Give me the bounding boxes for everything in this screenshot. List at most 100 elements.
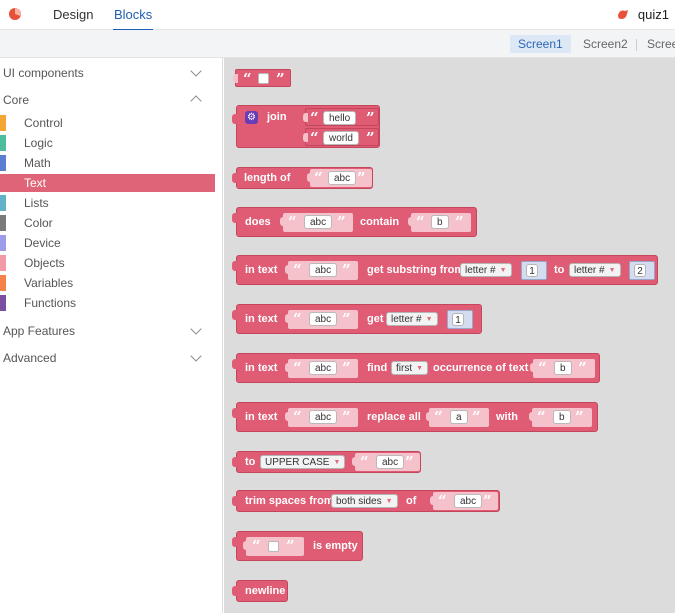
text-field[interactable]: abc <box>309 410 338 424</box>
from-letter-dropdown[interactable]: letter # ▼ <box>460 263 512 277</box>
category-app-features[interactable]: App Features <box>3 324 75 338</box>
length-of-block[interactable]: length of “ abc ” <box>232 167 373 189</box>
sidebar-item-lists[interactable]: Lists <box>0 194 215 212</box>
text-string-block[interactable]: “ abc ” <box>285 310 358 329</box>
sidebar-item-color[interactable]: Color <box>0 214 215 232</box>
text-field[interactable]: world <box>323 131 359 145</box>
sidebar-item-variables[interactable]: Variables <box>0 274 215 292</box>
chevron-down-icon[interactable] <box>190 323 202 335</box>
quote-open-icon: “ <box>288 213 297 231</box>
text-string-block[interactable]: “ b ” <box>530 359 595 378</box>
text-string-block[interactable]: “ abc ” <box>307 169 372 187</box>
text-string-block[interactable]: “ ” <box>233 69 291 88</box>
quote-close-icon: ” <box>455 213 464 231</box>
length-of-label: length of <box>244 172 291 184</box>
text-field[interactable]: hello <box>323 111 357 125</box>
text-string-block[interactable]: “ abc ” <box>280 213 353 232</box>
text-field[interactable]: b <box>554 361 572 375</box>
text-string-block[interactable]: “ world ” <box>303 128 379 146</box>
chevron-down-icon[interactable] <box>190 65 202 77</box>
trim-spaces-block[interactable]: trim spaces from both sides ▼ of “ abc ” <box>232 490 500 512</box>
color-swatch <box>0 155 6 171</box>
text-field[interactable]: b <box>431 215 449 229</box>
quote-open-icon: “ <box>293 310 302 328</box>
project-name[interactable]: quiz1 <box>638 7 669 22</box>
text-field[interactable]: abc <box>309 263 338 277</box>
get-letter-block[interactable]: in text “ abc ” get letter # ▼ 1 <box>232 304 482 334</box>
sidebar-item-logic[interactable]: Logic <box>0 134 215 152</box>
sidebar-item-objects[interactable]: Objects <box>0 254 215 272</box>
text-field[interactable]: abc <box>309 361 338 375</box>
text-field[interactable]: abc <box>304 215 333 229</box>
trim-spaces-label: trim spaces from <box>245 495 334 507</box>
contains-block[interactable]: does “ abc ” contain “ b ” <box>232 207 477 237</box>
blocks-palette: UI components Core Control Logic Math Te… <box>0 58 223 613</box>
number-field[interactable]: 1 <box>452 313 464 326</box>
text-field[interactable]: abc <box>454 494 483 508</box>
in-text-label: in text <box>245 362 278 374</box>
chevron-down-icon[interactable] <box>190 350 202 362</box>
case-dropdown[interactable]: UPPER CASE ▼ <box>260 455 346 469</box>
sidebar-item-device[interactable]: Device <box>0 234 215 252</box>
quote-close-icon: ” <box>342 310 351 328</box>
text-string-block[interactable]: “ abc ” <box>285 359 358 378</box>
category-advanced[interactable]: Advanced <box>3 351 56 365</box>
text-string-block[interactable]: “ ” <box>243 537 304 556</box>
text-string-block[interactable]: “ abc ” <box>285 261 358 280</box>
text-field[interactable]: a <box>450 410 468 424</box>
number-field[interactable]: 2 <box>634 264 646 277</box>
tab-blocks[interactable]: Blocks <box>112 7 154 31</box>
trim-side-dropdown[interactable]: both sides ▼ <box>331 494 398 508</box>
text-field[interactable]: b <box>553 410 571 424</box>
sidebar-item-functions[interactable]: Functions <box>0 294 215 312</box>
empty-text-field[interactable] <box>268 541 279 552</box>
text-string-block[interactable]: “ hello ” <box>303 108 379 126</box>
blocks-workspace[interactable]: “ ” ⚙ join “ hello ” “ world ” length of… <box>224 58 675 613</box>
number-socket[interactable]: 1 <box>447 310 473 329</box>
sidebar-item-text[interactable]: Text <box>0 174 215 192</box>
text-string-block[interactable]: “ b ” <box>529 408 592 427</box>
number-socket[interactable]: 1 <box>521 261 547 280</box>
screen-tab-3[interactable]: Scree <box>639 35 675 53</box>
category-core[interactable]: Core <box>3 93 29 107</box>
empty-text-field[interactable] <box>258 73 269 84</box>
text-field[interactable]: abc <box>328 171 357 185</box>
number-field[interactable]: 1 <box>526 264 538 277</box>
sidebar-item-label: Control <box>24 116 63 130</box>
text-field[interactable]: abc <box>376 455 405 469</box>
is-empty-block[interactable]: “ ” is empty <box>232 531 363 561</box>
category-ui-components[interactable]: UI components <box>3 66 84 80</box>
join-block[interactable]: ⚙ join “ hello ” “ world ” <box>232 105 380 148</box>
screen-tab-1[interactable]: Screen1 <box>510 35 571 53</box>
to-letter-dropdown[interactable]: letter # ▼ <box>569 263 621 277</box>
quote-close-icon: ” <box>276 70 285 88</box>
tab-design[interactable]: Design <box>53 7 93 22</box>
get-substring-block[interactable]: in text “ abc ” get substring from lette… <box>232 255 658 285</box>
to-label: to <box>245 456 256 468</box>
text-string-block[interactable]: “ abc ” <box>285 408 358 427</box>
text-string-block[interactable]: “ abc ” <box>430 492 498 510</box>
sidebar-item-math[interactable]: Math <box>0 154 215 172</box>
first-last-dropdown[interactable]: first ▼ <box>391 361 429 375</box>
find-occurrence-block[interactable]: in text “ abc ” find first ▼ occurrence o… <box>232 353 600 383</box>
newline-block[interactable]: newline <box>232 580 288 602</box>
text-string-block[interactable]: “ b ” <box>408 213 471 232</box>
screen-tab-2[interactable]: Screen2 <box>575 35 636 53</box>
letter-dropdown[interactable]: letter # ▼ <box>386 312 438 326</box>
quote-open-icon: “ <box>438 492 447 510</box>
gear-icon[interactable]: ⚙ <box>245 111 258 124</box>
text-string-block[interactable]: “ a ” <box>426 408 489 427</box>
quote-close-icon: ” <box>337 213 346 231</box>
screen-separator <box>636 39 637 51</box>
sidebar-item-control[interactable]: Control <box>0 114 215 132</box>
app-logo-icon <box>9 8 21 20</box>
newline-label: newline <box>245 585 286 597</box>
change-case-block[interactable]: to UPPER CASE ▼ “ abc ” <box>232 451 421 473</box>
replace-all-block[interactable]: in text “ abc ” replace all “ a ” with “… <box>232 402 598 432</box>
sidebar-item-label: Functions <box>24 296 77 310</box>
number-socket[interactable]: 2 <box>629 261 655 280</box>
in-text-label: in text <box>245 313 278 325</box>
chevron-up-icon[interactable] <box>190 95 202 107</box>
text-string-block[interactable]: “ abc ” <box>352 453 420 471</box>
text-field[interactable]: abc <box>309 312 338 326</box>
